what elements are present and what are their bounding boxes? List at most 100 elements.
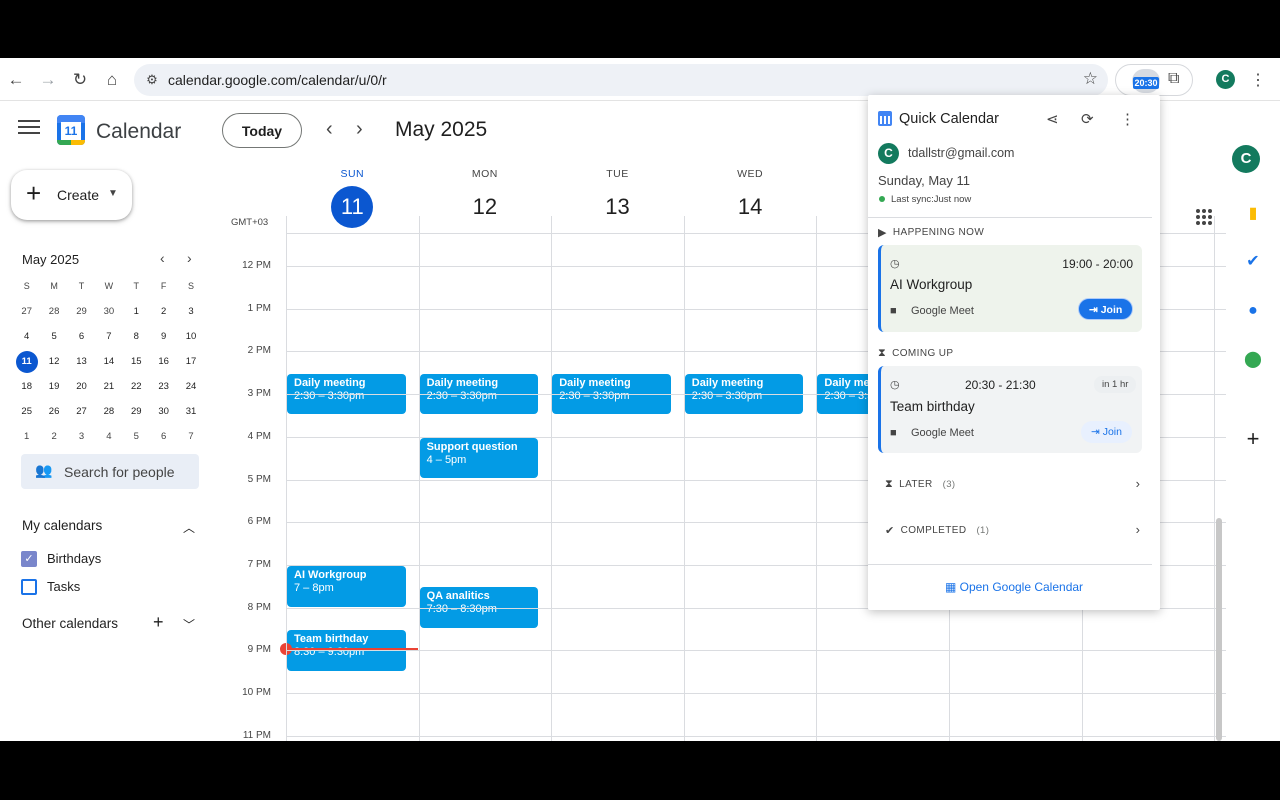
browser-menu-icon[interactable]: ⋮: [1246, 68, 1270, 92]
mini-week-row: 1 2 3 4 5 6 7: [13, 424, 205, 449]
chevron-up-icon[interactable]: ︿: [183, 519, 195, 536]
mini-day[interactable]: 28: [95, 399, 122, 424]
mini-day[interactable]: 29: [68, 299, 95, 324]
mini-day[interactable]: 7: [177, 424, 204, 449]
join-button[interactable]: ⇥ Join: [1078, 298, 1134, 320]
mini-day-number: 13: [76, 356, 87, 367]
event-block[interactable]: AI Workgroup 7 – 8pm: [287, 565, 406, 607]
mini-day[interactable]: 12: [40, 349, 67, 374]
my-calendars-title[interactable]: My calendars: [22, 518, 102, 533]
mini-day[interactable]: 4: [13, 324, 40, 349]
quick-calendar-extension-button[interactable]: 20:30: [1132, 69, 1160, 93]
prev-period-icon[interactable]: ‹: [326, 118, 333, 141]
add-calendar-icon[interactable]: +: [153, 612, 164, 633]
mini-day[interactable]: 30: [95, 299, 122, 324]
day-header-tue[interactable]: TUE 13: [551, 158, 684, 234]
happening-now-card[interactable]: ◷ 19:00 - 20:00 AI Workgroup ■ Google Me…: [878, 245, 1142, 332]
chevron-down-icon[interactable]: ﹀: [183, 616, 195, 633]
mini-day[interactable]: 29: [123, 399, 150, 424]
bookmark-star-icon[interactable]: ☆: [1083, 69, 1098, 89]
mini-day[interactable]: 13: [68, 349, 95, 374]
chevron-right-icon[interactable]: ›: [1136, 522, 1140, 537]
mini-day[interactable]: 6: [150, 424, 177, 449]
share-icon[interactable]: ⋖: [1046, 110, 1059, 128]
mini-day-number: 11: [15, 351, 38, 373]
create-button[interactable]: + Create ▼: [11, 170, 132, 220]
open-google-calendar-link[interactable]: ▦ Open Google Calendar: [868, 580, 1160, 594]
mini-day[interactable]: 31: [177, 399, 204, 424]
mini-day[interactable]: 1: [123, 299, 150, 324]
mini-day[interactable]: 1: [13, 424, 40, 449]
grid-scrollbar[interactable]: [1216, 518, 1222, 741]
checkbox-checked[interactable]: ✓: [21, 551, 37, 567]
keep-icon[interactable]: ▮: [1242, 203, 1264, 225]
day-header-wed[interactable]: WED 14: [684, 158, 817, 234]
mini-day[interactable]: 3: [177, 299, 204, 324]
maps-icon[interactable]: ⬤: [1242, 349, 1264, 371]
reload-icon[interactable]: ↻: [68, 68, 92, 92]
mini-day[interactable]: 25: [13, 399, 40, 424]
add-addon-icon[interactable]: +: [1242, 428, 1264, 450]
chevron-right-icon[interactable]: ›: [1136, 476, 1140, 491]
mini-day[interactable]: 16: [150, 349, 177, 374]
mini-day[interactable]: 27: [68, 399, 95, 424]
mini-day[interactable]: 30: [150, 399, 177, 424]
mini-day[interactable]: 3: [68, 424, 95, 449]
calendar-icon: ▦: [944, 580, 957, 594]
join-button[interactable]: ⇥ Join: [1081, 421, 1132, 443]
mini-day-number: 9: [161, 331, 167, 342]
mini-day[interactable]: 11: [13, 349, 40, 374]
more-icon[interactable]: ⋮: [1120, 110, 1135, 128]
address-bar[interactable]: ⚙ calendar.google.com/calendar/u/0/r ☆: [134, 64, 1108, 96]
back-icon[interactable]: ←: [4, 68, 28, 92]
contacts-icon[interactable]: ●: [1242, 300, 1264, 322]
browser-profile-avatar[interactable]: C: [1216, 70, 1235, 89]
mini-day[interactable]: 7: [95, 324, 122, 349]
event-block[interactable]: Support question 4 – 5pm: [419, 437, 539, 479]
checkbox-unchecked[interactable]: [21, 579, 37, 595]
forward-icon[interactable]: →: [36, 68, 60, 92]
mini-prev-icon[interactable]: ‹: [160, 250, 165, 266]
other-calendars-title[interactable]: Other calendars: [22, 616, 118, 631]
plus-icon: +: [26, 178, 42, 208]
search-people-input[interactable]: 👥 Search for people: [21, 454, 199, 489]
mini-day[interactable]: 6: [68, 324, 95, 349]
completed-section[interactable]: ✔ COMPLETED (1): [885, 524, 989, 537]
later-section[interactable]: ⧗ LATER (3): [885, 478, 955, 491]
mini-day[interactable]: 21: [95, 374, 122, 399]
mini-day[interactable]: 2: [150, 299, 177, 324]
mini-day[interactable]: 2: [40, 424, 67, 449]
mini-day[interactable]: 15: [123, 349, 150, 374]
day-header-mon[interactable]: MON 12: [419, 158, 552, 234]
site-settings-icon[interactable]: ⚙: [142, 70, 162, 90]
next-period-icon[interactable]: ›: [356, 118, 363, 141]
mini-day[interactable]: 17: [177, 349, 204, 374]
mini-day[interactable]: 5: [40, 324, 67, 349]
refresh-icon[interactable]: ⟳: [1081, 110, 1094, 128]
apps-grid-icon[interactable]: [1196, 209, 1212, 225]
mini-day[interactable]: 20: [68, 374, 95, 399]
mini-next-icon[interactable]: ›: [187, 250, 192, 266]
mini-day-number: 24: [185, 381, 197, 392]
tasks-icon[interactable]: ✔: [1242, 251, 1264, 273]
mini-day[interactable]: 9: [150, 324, 177, 349]
mini-day[interactable]: 26: [40, 399, 67, 424]
mini-day[interactable]: 18: [13, 374, 40, 399]
mini-day[interactable]: 28: [40, 299, 67, 324]
extensions-puzzle-icon[interactable]: ⧉: [1168, 70, 1179, 88]
mini-day[interactable]: 22: [123, 374, 150, 399]
today-button[interactable]: Today: [222, 113, 302, 148]
coming-up-card[interactable]: ◷ 20:30 - 21:30 in 1 hr Team birthday ■ …: [878, 366, 1142, 453]
mini-day[interactable]: 8: [123, 324, 150, 349]
mini-day[interactable]: 27: [13, 299, 40, 324]
mini-day[interactable]: 19: [40, 374, 67, 399]
mini-day[interactable]: 14: [95, 349, 122, 374]
mini-day[interactable]: 24: [177, 374, 204, 399]
day-header-sun[interactable]: SUN 11: [286, 158, 419, 234]
mini-day[interactable]: 10: [177, 324, 204, 349]
mini-day[interactable]: 4: [95, 424, 122, 449]
home-icon[interactable]: ⌂: [100, 68, 124, 92]
main-menu-icon[interactable]: [18, 120, 40, 136]
mini-day[interactable]: 5: [123, 424, 150, 449]
mini-day[interactable]: 23: [150, 374, 177, 399]
